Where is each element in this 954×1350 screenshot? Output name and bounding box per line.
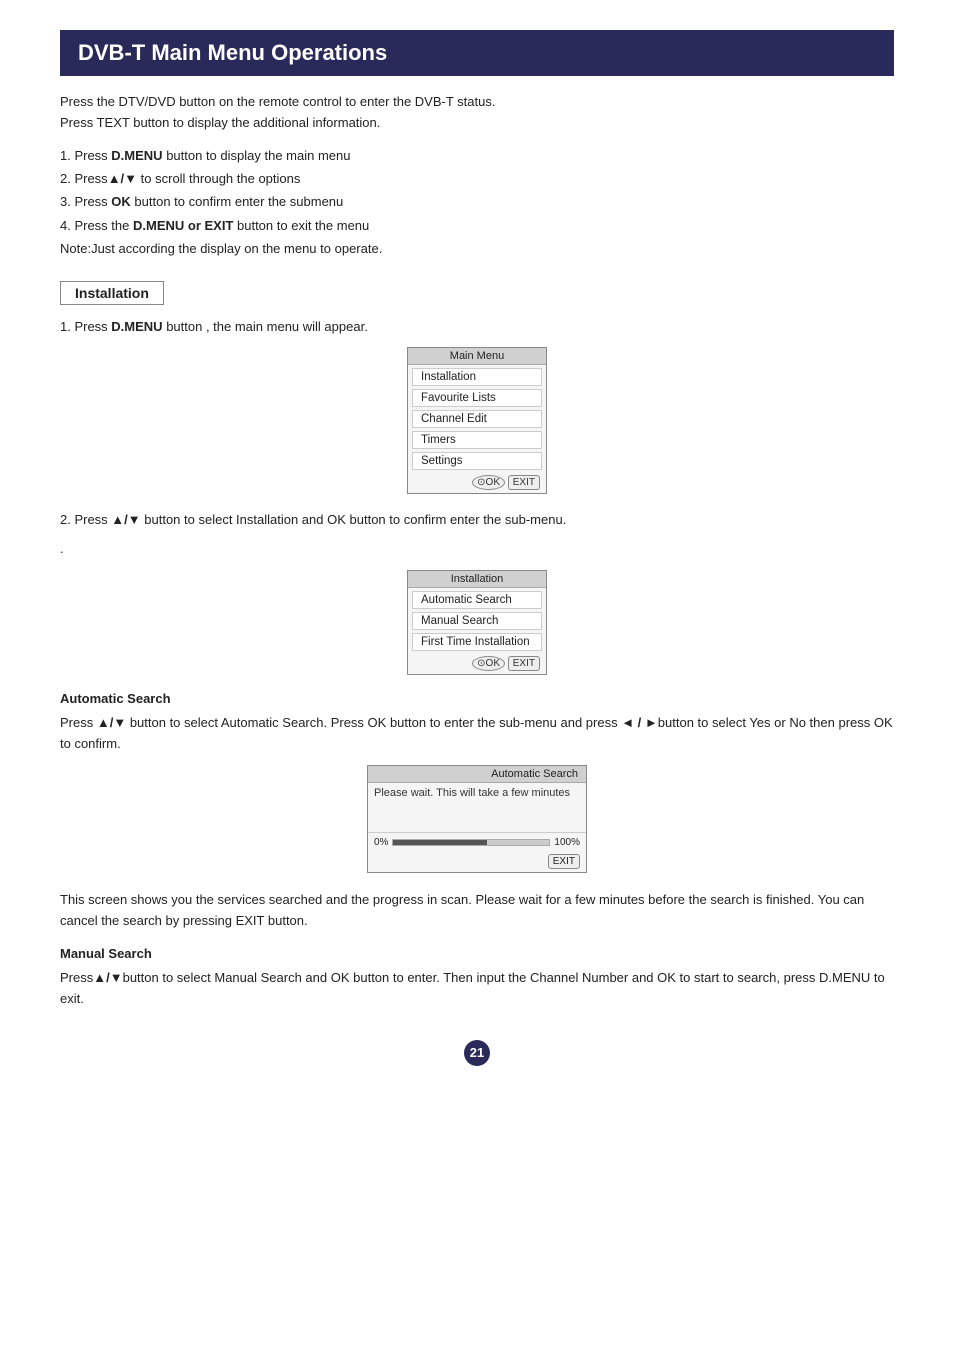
ok-icon: ⊙OK (472, 475, 505, 490)
main-menu-title: Main Menu (408, 348, 546, 365)
auto-search-box: Automatic Search Please wait. This will … (367, 765, 587, 873)
step-2: 2. Press▲/▼ to scroll through the option… (60, 167, 894, 190)
step-3: 3. Press OK button to confirm enter the … (60, 190, 894, 213)
auto-search-desc: Press ▲/▼ button to select Automatic Sea… (60, 712, 894, 755)
install-menu-firsttime: First Time Installation (412, 633, 542, 651)
install-menu-auto: Automatic Search (412, 591, 542, 609)
section-label-installation: Installation (60, 281, 164, 305)
exit-icon-3: EXIT (548, 854, 580, 869)
main-menu-item-channel: Channel Edit (412, 410, 542, 428)
page-number-area: 21 (60, 1040, 894, 1066)
progress-bar-fill (393, 840, 487, 845)
intro-line-2: Press TEXT button to display the additio… (60, 113, 894, 134)
exit-icon-2: EXIT (508, 656, 540, 671)
page-number: 21 (464, 1040, 490, 1066)
intro-block: Press the DTV/DVD button on the remote c… (60, 92, 894, 134)
step-1: 1. Press D.MENU button to display the ma… (60, 144, 894, 167)
progress-row: 0% 100% (368, 833, 586, 852)
main-menu-item-favourite: Favourite Lists (412, 389, 542, 407)
install-menu-manual: Manual Search (412, 612, 542, 630)
ok-icon-2: ⊙OK (472, 656, 505, 671)
auto-search-box-title: Automatic Search (368, 766, 586, 783)
step-note: Note:Just according the display on the m… (60, 237, 894, 260)
step2-text: 2. Press ▲/▼ button to select Installati… (60, 510, 894, 531)
main-menu-item-installation: Installation (412, 368, 542, 386)
exit-icon: EXIT (508, 475, 540, 490)
manual-search-desc: Press▲/▼button to select Manual Search a… (60, 967, 894, 1010)
steps-list: 1. Press D.MENU button to display the ma… (60, 144, 894, 261)
page-title: DVB-T Main Menu Operations (60, 30, 894, 76)
auto-search-footer: EXIT (368, 852, 586, 872)
progress-bar-bg (392, 839, 550, 846)
step2-dot: . (60, 539, 894, 560)
main-menu-item-timers: Timers (412, 431, 542, 449)
install-menu-title: Installation (408, 571, 546, 588)
main-menu-mockup: Main Menu Installation Favourite Lists C… (60, 347, 894, 494)
main-menu-footer: ⊙OK EXIT (408, 473, 546, 493)
install-menu-mockup: Installation Automatic Search Manual Sea… (60, 570, 894, 675)
install-menu-footer: ⊙OK EXIT (408, 654, 546, 674)
manual-search-title: Manual Search (60, 946, 894, 961)
auto-search-title: Automatic Search (60, 691, 894, 706)
intro-line-1: Press the DTV/DVD button on the remote c… (60, 92, 894, 113)
main-menu-item-settings: Settings (412, 452, 542, 470)
step1-text: 1. Press D.MENU button , the main menu w… (60, 317, 894, 338)
step-4: 4. Press the D.MENU or EXIT button to ex… (60, 214, 894, 237)
auto-search-content: Please wait. This will take a few minute… (368, 783, 586, 833)
progress-end: 100% (554, 837, 580, 848)
install-menu-box: Installation Automatic Search Manual Sea… (407, 570, 547, 675)
auto-search-mockup: Automatic Search Please wait. This will … (60, 765, 894, 873)
progress-start: 0% (374, 837, 388, 848)
auto-search-note: This screen shows you the services searc… (60, 889, 894, 932)
main-menu-box: Main Menu Installation Favourite Lists C… (407, 347, 547, 494)
